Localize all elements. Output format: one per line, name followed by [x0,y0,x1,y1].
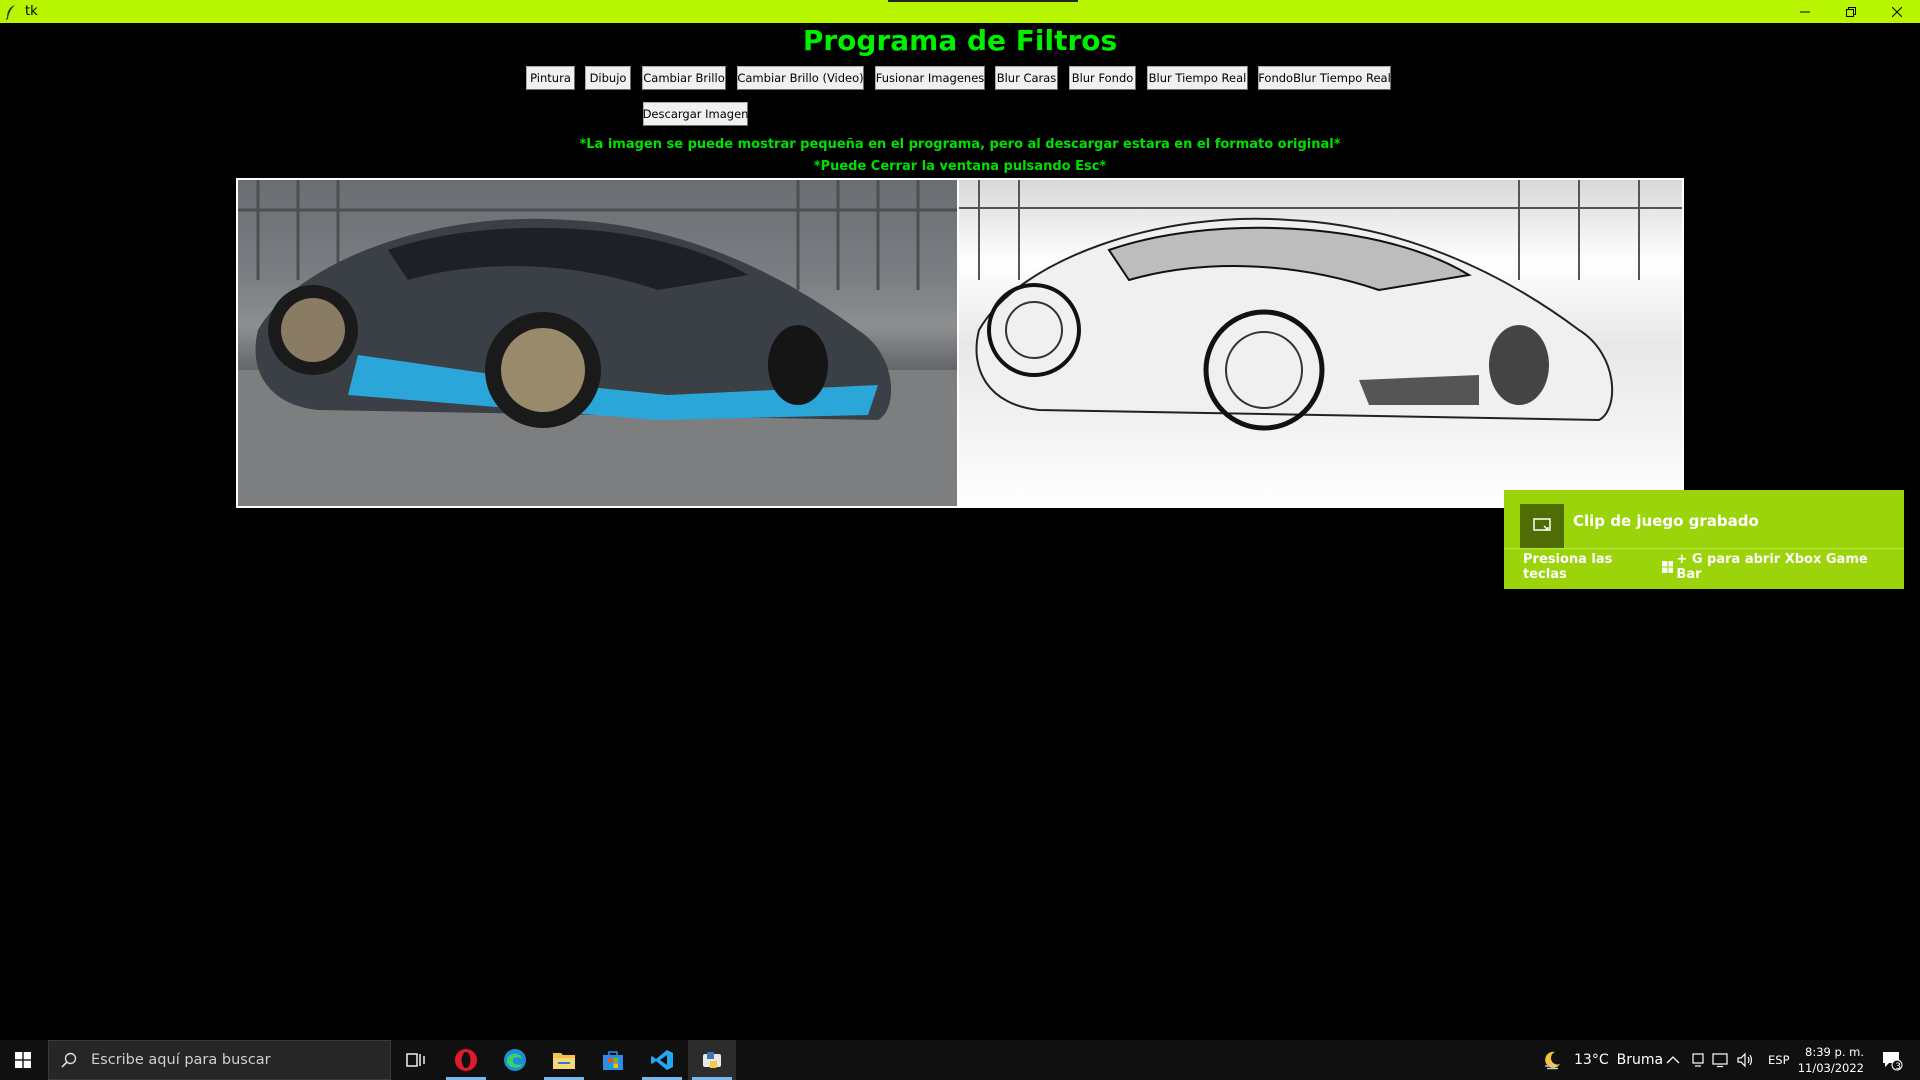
game-clip-toast[interactable]: Clip de juego grabado Presiona las tecla… [1504,490,1904,589]
pintura-button[interactable]: Pintura [526,66,575,90]
blur-caras-button[interactable]: Blur Caras [995,66,1058,90]
task-view-icon [406,1053,425,1067]
search-icon [61,1052,77,1068]
windows-key-icon [1661,561,1674,573]
close-button[interactable] [1874,0,1920,23]
taskbar-search[interactable]: Escribe aquí para buscar [48,1040,391,1080]
toast-body: Presiona las teclas + G para abrir Xbox … [1523,552,1894,582]
edge-icon [504,1049,526,1071]
vscode-icon [651,1050,673,1070]
opera-icon [455,1049,477,1071]
original-image [236,178,959,508]
window-titlebar[interactable]: tk [0,0,1920,23]
store-icon [603,1051,623,1070]
minimize-button[interactable] [1782,0,1828,23]
taskbar-app-python[interactable] [688,1040,736,1080]
blur-tiempo-real-button[interactable]: Blur Tiempo Real [1147,66,1248,90]
fusionar-imagenes-button[interactable]: Fusionar Imagenes [875,66,985,90]
window-controls [1782,0,1920,23]
notification-center-button[interactable]: 3 [1876,1040,1908,1080]
moon-icon [1545,1051,1560,1070]
weather-text: Bruma [1616,1052,1664,1068]
taskbar-app-edge[interactable] [491,1040,539,1080]
descargar-imagen-button[interactable]: Descargar Imagen [643,102,748,126]
fondoblur-tiempo-real-button[interactable]: FondoBlur Tiempo Real [1258,66,1391,90]
restore-button[interactable] [1828,0,1874,23]
clock-date: 11/03/2022 [1797,1061,1864,1075]
cambiar-brillo-video-button[interactable]: Cambiar Brillo (Video) [737,66,864,90]
start-button[interactable] [0,1040,46,1080]
weather-widget[interactable]: 13°C Bruma [1542,1040,1663,1080]
car-photo-pencil-sketch [959,180,1682,431]
meet-now-icon[interactable] [1690,1052,1706,1068]
car-photo-color [238,180,957,506]
taskbar-clock[interactable]: 8:39 p. m. 11/03/2022 [1798,1044,1864,1076]
file-explorer-icon [553,1053,575,1069]
windows-logo-icon [15,1052,31,1068]
window-title: tk [25,4,38,19]
volume-icon[interactable] [1736,1052,1754,1068]
cambiar-brillo-button[interactable]: Cambiar Brillo [642,66,726,90]
toast-body-after: + G para abrir Xbox Game Bar [1676,552,1868,582]
dibujo-button[interactable]: Dibujo [585,66,631,90]
info-note-size: *La imagen se puede mostrar pequeña en e… [579,137,1341,152]
titlebar-accent [888,0,1078,2]
weather-temp: 13°C [1574,1052,1609,1068]
restore-icon [1846,6,1856,17]
blur-fondo-button[interactable]: Blur Fondo [1069,66,1136,90]
system-tray: ESP [1666,1040,1790,1080]
task-view-button[interactable] [392,1040,440,1080]
taskbar-app-vscode[interactable] [638,1040,686,1080]
taskbar-app-store[interactable] [589,1040,637,1080]
notification-count: 3 [1895,1062,1901,1072]
toast-title: Clip de juego grabado [1573,512,1759,530]
close-icon [1892,6,1902,17]
toast-body-before: Presiona las teclas [1523,552,1613,582]
capture-icon-box [1520,504,1564,548]
toast-divider [1504,548,1904,549]
clock-time: 8:39 p. m. [1805,1045,1864,1059]
filtered-image [957,178,1684,508]
network-icon[interactable] [1712,1052,1730,1068]
search-placeholder: Escribe aquí para buscar [91,1052,271,1068]
minimize-icon [1800,11,1810,12]
taskbar-app-opera[interactable] [442,1040,490,1080]
info-note-esc: *Puede Cerrar la ventana pulsando Esc* [813,159,1107,174]
taskbar: Escribe aquí para buscar 13°C Bruma ESP … [0,1040,1920,1080]
language-indicator[interactable]: ESP [1768,1053,1790,1067]
capture-icon [1533,518,1551,531]
taskbar-app-explorer[interactable] [540,1040,588,1080]
page-title: Programa de Filtros [802,24,1118,57]
python-icon [703,1052,721,1068]
feather-icon [5,4,19,20]
chevron-up-icon[interactable] [1666,1055,1680,1065]
